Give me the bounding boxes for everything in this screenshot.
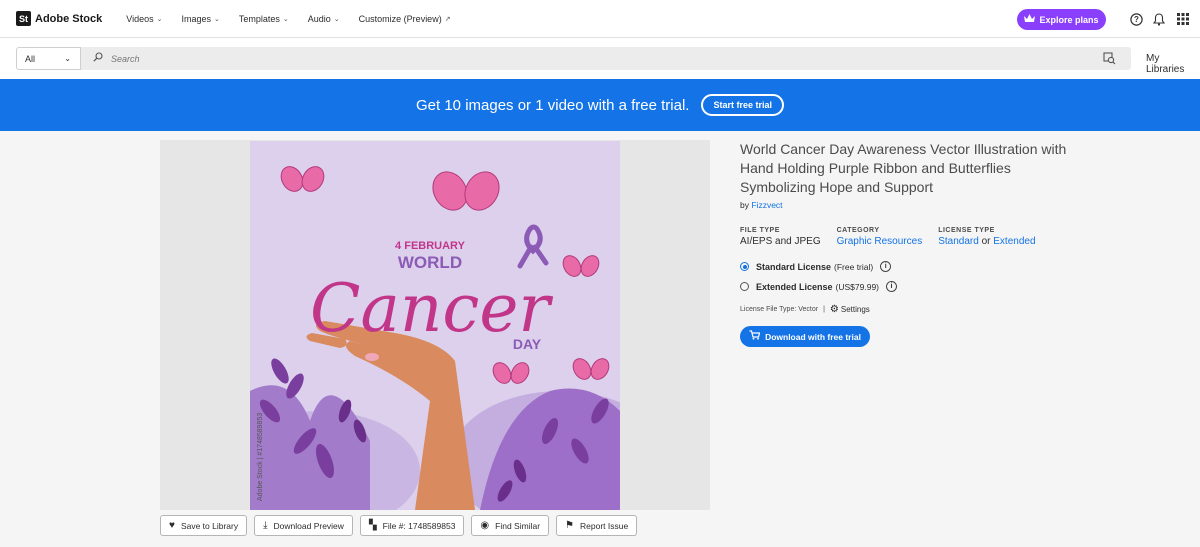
license-file-type-text: License File Type: Vector: [740, 306, 819, 313]
nav-item-label: Images: [181, 13, 211, 24]
banner-text: Get 10 images or 1 video with a free tri…: [416, 96, 690, 114]
info-icon[interactable]: i: [886, 281, 897, 292]
chevron-down-icon: ⌄: [213, 15, 220, 23]
preview-panel: 4 FEBRUARY WORLD Cancer DAY Adobe Stock …: [160, 140, 710, 531]
extended-license-name: Extended License: [756, 281, 833, 292]
nav-item-videos[interactable]: Videos ⌄: [126, 14, 162, 24]
action-label: Download Preview: [273, 520, 344, 531]
chevron-down-icon: ⌄: [64, 54, 71, 63]
file-type-value: AI/EPS and JPEG: [740, 236, 821, 247]
file-number-button[interactable]: ▚ File #: 1748589853: [359, 515, 465, 536]
license-type-block: LICENSE TYPE Standard or Extended: [938, 227, 1035, 247]
search-input[interactable]: [111, 53, 1011, 64]
info-icon[interactable]: i: [880, 261, 892, 272]
standard-license-price: (Free trial): [834, 261, 874, 272]
author-byline: by Fizzvect: [740, 200, 1080, 210]
adobe-stock-logo[interactable]: St Adobe Stock: [16, 11, 102, 26]
heart-icon: ♥: [169, 520, 175, 531]
separator: |: [823, 306, 825, 313]
nav-item-images[interactable]: Images ⌄: [181, 14, 219, 24]
download-icon: ⤓: [263, 520, 268, 531]
scope-value: All: [25, 53, 36, 64]
save-to-library-button[interactable]: ♥ Save to Library: [160, 515, 248, 536]
artwork-credit-text: Adobe Stock | #1748589853: [257, 413, 264, 501]
standard-license-radio[interactable]: [740, 262, 749, 271]
category-link[interactable]: Graphic Resources: [837, 236, 923, 247]
category-label: CATEGORY: [836, 227, 880, 234]
action-label: File #: 1748589853: [382, 520, 456, 531]
svg-text:?: ?: [1134, 15, 1139, 24]
action-label: Find Similar: [495, 520, 541, 531]
asset-title: World Cancer Day Awareness Vector Illust…: [740, 141, 1067, 195]
license-or-text: or: [981, 236, 991, 247]
nav-menu: Videos ⌄ Images ⌄ Templates ⌄ Audio ⌄ Custom…: [126, 14, 469, 24]
help-icon[interactable]: ?: [1129, 12, 1143, 26]
standard-license-option[interactable]: Standard License (Free trial) i: [740, 261, 1080, 272]
report-issue-button[interactable]: ⚑ Report Issue: [556, 515, 638, 536]
chevron-down-icon: ⌄: [333, 15, 340, 23]
bell-icon[interactable]: [1152, 12, 1166, 26]
camera-icon: ◉: [480, 520, 490, 531]
author-link[interactable]: Fizzvect: [751, 200, 782, 210]
extended-license-option[interactable]: Extended License (US$79.99) i: [740, 281, 1080, 292]
nav-item-customize[interactable]: Customize (Preview) ↗: [359, 14, 451, 24]
explore-plans-label: Explore plans: [1039, 14, 1099, 25]
asset-info-panel: World Cancer Day Awareness Vector Illust…: [740, 140, 1080, 347]
stock-logo-icon: St: [16, 11, 31, 26]
cart-icon: [749, 330, 761, 343]
artwork-date-text: 4 FEBRUARY: [395, 240, 466, 252]
start-free-trial-button[interactable]: Start free trial: [701, 94, 784, 116]
category-block: CATEGORY Graphic Resources: [837, 227, 923, 247]
search-scope-select[interactable]: All ⌄: [16, 47, 81, 70]
chevron-down-icon: ⌄: [282, 15, 289, 23]
nav-item-audio[interactable]: Audio ⌄: [308, 14, 340, 24]
standard-license-link[interactable]: Standard: [938, 236, 979, 247]
nav-item-label: Videos: [126, 13, 154, 24]
by-label: by: [740, 200, 749, 210]
file-type-label: FILE TYPE: [740, 227, 780, 234]
logo-text: Adobe Stock: [35, 12, 103, 25]
nav-item-label: Customize (Preview): [358, 13, 442, 24]
license-file-type-row: License File Type: Vector | ⚙ Settings: [740, 304, 1080, 315]
file-type-block: FILE TYPE AI/EPS and JPEG: [740, 227, 821, 247]
find-similar-button[interactable]: ◉ Find Similar: [471, 515, 550, 536]
download-preview-button[interactable]: ⤓ Download Preview: [254, 515, 353, 536]
action-label: Report Issue: [580, 520, 629, 531]
external-link-icon: ↗: [444, 15, 451, 23]
top-nav: St Adobe Stock Videos ⌄ Images ⌄ Templates…: [0, 0, 1200, 38]
extended-license-link[interactable]: Extended: [993, 236, 1035, 247]
crown-icon: [1024, 14, 1036, 25]
license-type-label: LICENSE TYPE: [938, 227, 995, 234]
free-trial-banner: Get 10 images or 1 video with a free tri…: [0, 79, 1200, 131]
search-bar: All ⌄: [0, 38, 1200, 79]
preview-actions: ♥ Save to Library ⤓ Download Preview ▚ File…: [160, 515, 644, 536]
action-label: Save to Library: [180, 520, 239, 531]
asset-meta: FILE TYPE AI/EPS and JPEG CATEGORY Graph…: [740, 227, 1080, 247]
search-field[interactable]: [81, 47, 1131, 70]
search-icon: [93, 52, 103, 65]
nav-item-templates[interactable]: Templates ⌄: [239, 14, 289, 24]
file-icon: ▚: [368, 520, 377, 531]
explore-plans-button[interactable]: Explore plans: [1017, 9, 1106, 30]
apps-grid-icon[interactable]: [1176, 12, 1190, 26]
artwork-day-text: DAY: [513, 336, 542, 352]
asset-preview-image[interactable]: 4 FEBRUARY WORLD Cancer DAY Adobe Stock …: [220, 141, 670, 531]
nav-item-label: Audio: [307, 13, 331, 24]
standard-license-name: Standard License: [756, 261, 832, 272]
flag-icon: ⚑: [565, 520, 574, 531]
extended-license-radio[interactable]: [740, 282, 749, 291]
download-label: Download with free trial: [765, 331, 861, 342]
download-with-free-trial-button[interactable]: Download with free trial: [740, 326, 870, 347]
nav-item-label: Templates: [238, 13, 280, 24]
visual-search-icon[interactable]: [1103, 52, 1116, 65]
gear-icon[interactable]: ⚙: [830, 304, 839, 315]
extended-license-price: (US$79.99): [835, 281, 879, 292]
chevron-down-icon: ⌄: [156, 15, 163, 23]
my-libraries-link[interactable]: My Libraries: [1146, 53, 1200, 75]
settings-link[interactable]: Settings: [841, 305, 870, 314]
